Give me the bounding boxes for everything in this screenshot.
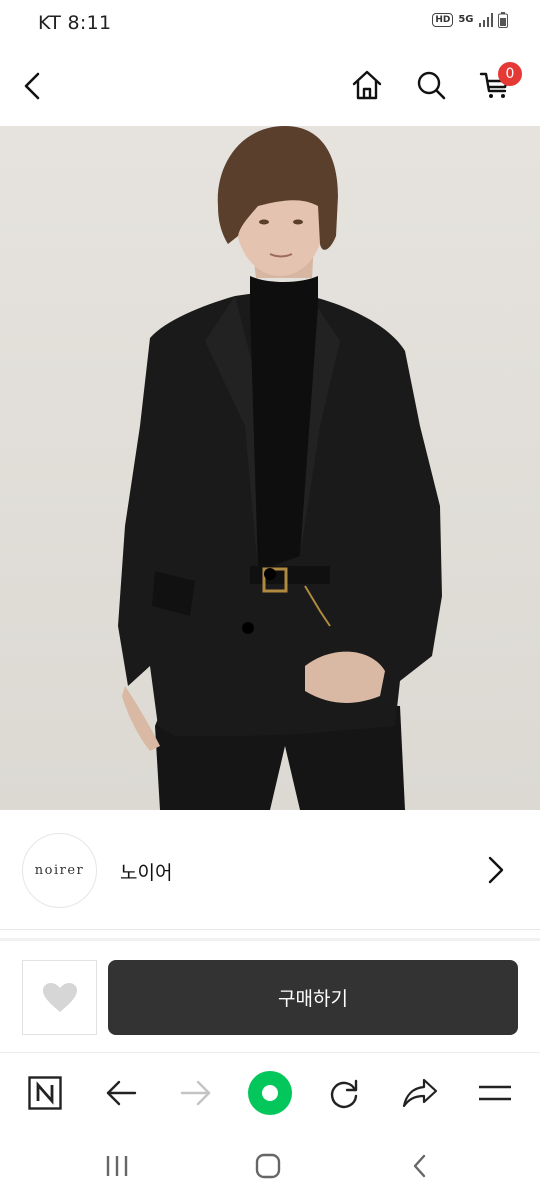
cart-count-badge: 0: [498, 62, 522, 86]
recents-button[interactable]: [97, 1148, 137, 1184]
android-navigation-bar: [0, 1130, 540, 1200]
back-icon: [24, 72, 40, 100]
browser-back-button[interactable]: [97, 1069, 145, 1117]
home-circle-icon: [255, 1153, 281, 1179]
recents-icon: [106, 1156, 128, 1176]
refresh-button[interactable]: [320, 1069, 368, 1117]
top-navigation: 0: [0, 46, 540, 126]
cart-button[interactable]: 0: [474, 62, 522, 106]
divider: [0, 929, 540, 930]
back-nav-button[interactable]: [400, 1148, 440, 1184]
buy-button-label: 구매하기: [278, 988, 348, 1010]
back-arrow-icon: [106, 1080, 137, 1106]
browser-forward-button[interactable]: [172, 1069, 220, 1117]
home-nav-button[interactable]: [248, 1148, 288, 1184]
forward-arrow-icon: [180, 1080, 211, 1106]
green-dot-button[interactable]: [246, 1069, 294, 1117]
status-icons: HD 5G: [432, 12, 508, 28]
back-chevron-icon: [413, 1154, 426, 1178]
back-button[interactable]: [16, 66, 52, 106]
battery-icon: [498, 12, 508, 28]
search-button[interactable]: [410, 64, 452, 106]
section-divider: [0, 938, 540, 941]
product-photo-illustration: [118, 126, 442, 810]
naver-icon: [28, 1076, 62, 1110]
wishlist-button[interactable]: [22, 960, 97, 1035]
share-button[interactable]: [396, 1069, 444, 1117]
brand-logo-text: noirer: [34, 863, 85, 878]
product-image[interactable]: [0, 126, 540, 810]
brand-row[interactable]: noirer 노이어: [0, 810, 540, 930]
menu-button[interactable]: [471, 1069, 519, 1117]
network-5g-icon: 5G: [458, 14, 474, 25]
brand-name: 노이어: [120, 862, 173, 884]
buy-button[interactable]: 구매하기: [108, 960, 518, 1035]
hd-icon: HD: [432, 13, 454, 27]
search-icon: [417, 71, 446, 100]
heart-icon: [42, 982, 77, 1012]
status-bar: KT 8:11 HD 5G: [0, 0, 540, 46]
green-dot-icon: [248, 1071, 292, 1115]
browser-toolbar: [0, 1052, 540, 1130]
home-button[interactable]: [346, 64, 388, 106]
home-icon: [352, 70, 382, 100]
status-carrier-time: KT 8:11: [38, 12, 112, 34]
signal-icon: [478, 13, 493, 27]
naver-home-button[interactable]: [21, 1069, 69, 1117]
refresh-icon: [330, 1079, 358, 1109]
brand-logo: noirer: [22, 833, 97, 908]
chevron-right-icon: [488, 856, 504, 884]
share-icon: [402, 1078, 438, 1108]
menu-icon: [479, 1085, 511, 1101]
